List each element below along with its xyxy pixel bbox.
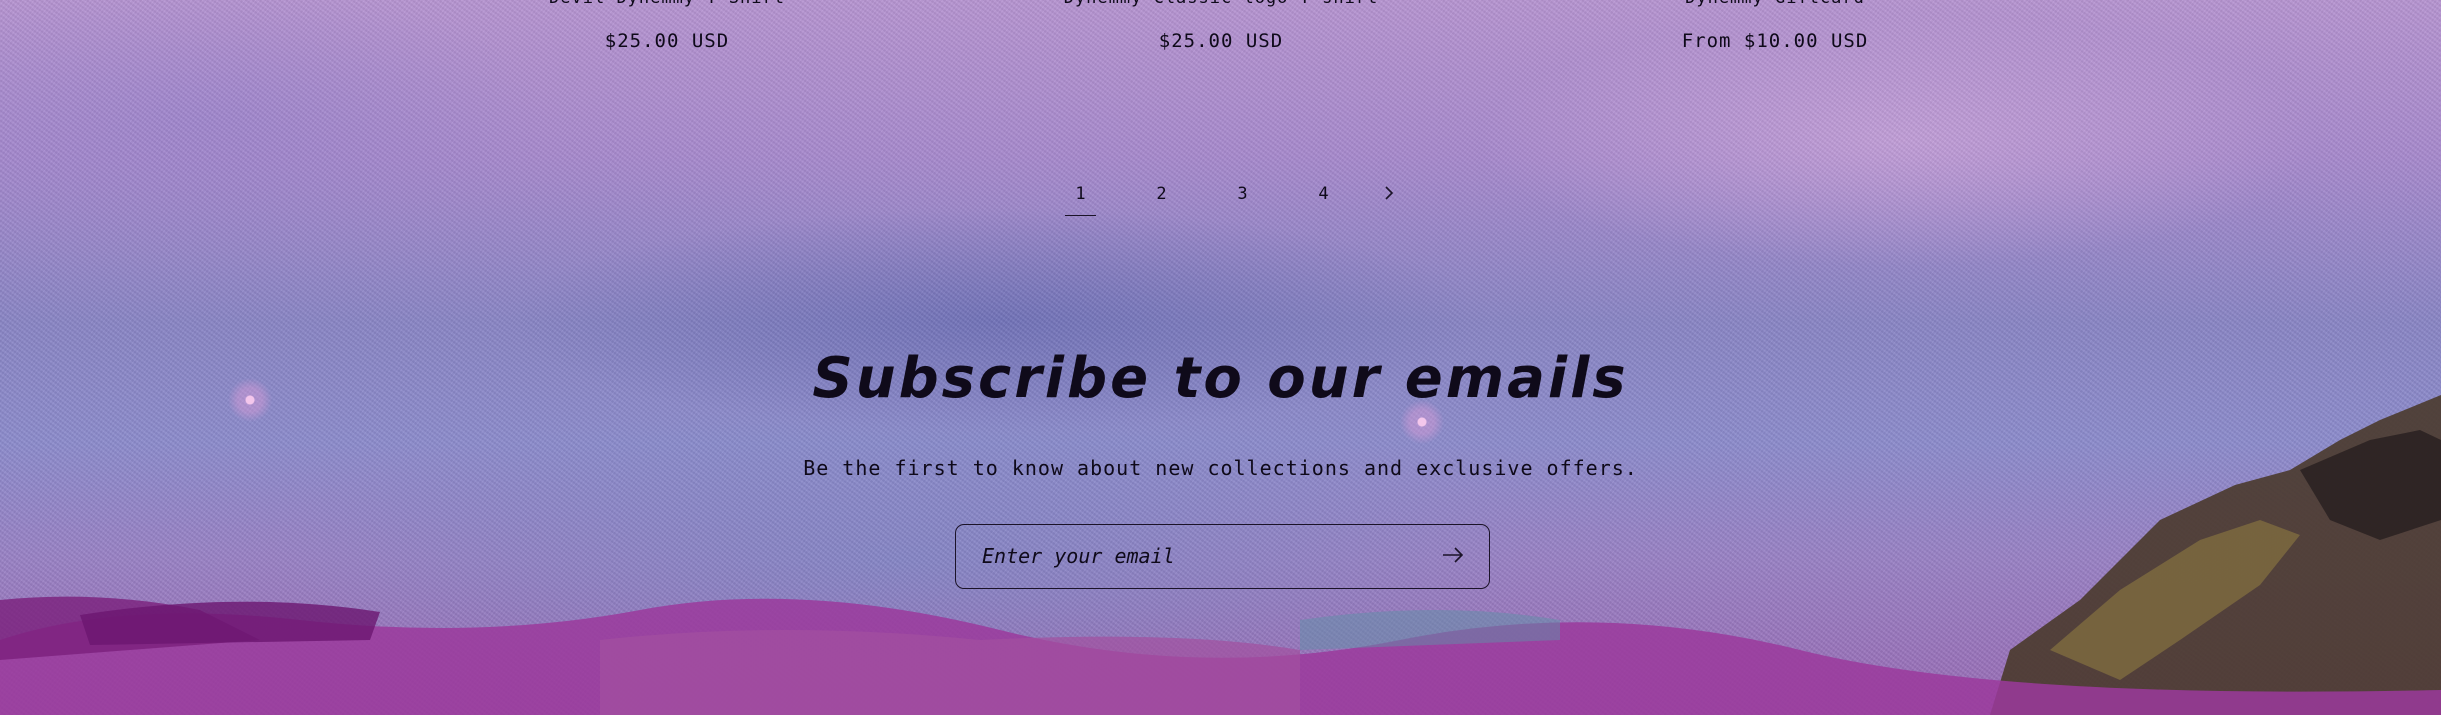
page-link-2[interactable]: 2 [1121, 180, 1202, 216]
email-input[interactable] [982, 525, 1402, 587]
page-link-3[interactable]: 3 [1202, 180, 1283, 216]
product-price: $25.00 USD [604, 30, 730, 52]
subscribe-button[interactable] [1435, 539, 1471, 573]
product-title[interactable]: Dynemmy Giftcard [1575, 0, 1975, 8]
page-link-4[interactable]: 4 [1283, 180, 1364, 216]
page-link-1[interactable]: 1 [1040, 180, 1121, 216]
next-page-button[interactable] [1364, 180, 1414, 216]
chevron-right-icon [1385, 186, 1394, 200]
newsletter-form [955, 524, 1490, 589]
newsletter-subtext: Be the first to know about new collectio… [803, 456, 1638, 480]
newsletter-heading: Subscribe to our emails [812, 346, 1629, 411]
pagination: 1 2 3 4 [1040, 180, 1414, 216]
product-title[interactable]: Dynemmy Classic logo T-shirt [1021, 0, 1421, 8]
arrow-right-icon [1443, 546, 1464, 563]
product-title[interactable]: Devil Dynemmy T-Shirt [467, 0, 867, 8]
product-price: $25.00 USD [1158, 30, 1284, 52]
product-price: From $10.00 USD [1681, 30, 1869, 52]
